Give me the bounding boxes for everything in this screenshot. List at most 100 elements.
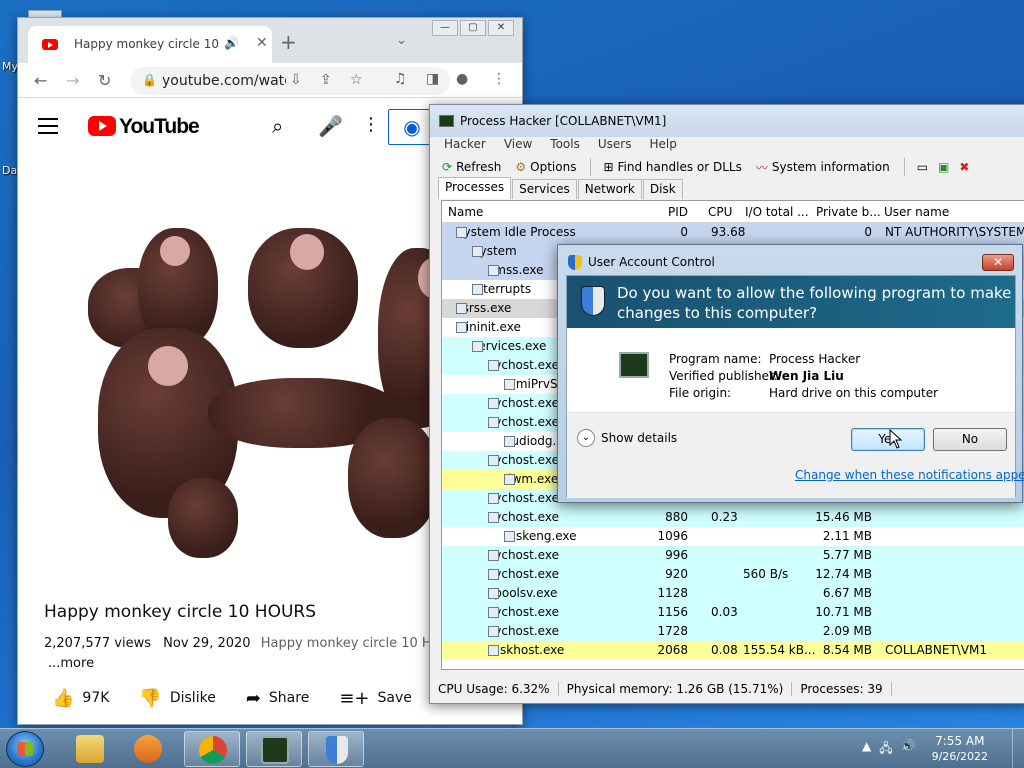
install-icon[interactable]: ⇩ <box>290 72 302 88</box>
taskbar-uac[interactable] <box>308 731 364 767</box>
bookmark-star-icon[interactable]: ☆ <box>350 72 363 88</box>
show-desktop-button[interactable] <box>1012 729 1024 768</box>
menu-view[interactable]: View <box>504 137 532 155</box>
shield-icon <box>581 286 605 316</box>
process-row[interactable]: ◢System Idle Process 0 93.68 0 NT AUTHORITY\… <box>442 223 1024 242</box>
youtube-logo-icon[interactable] <box>88 116 116 136</box>
maximize-button[interactable]: ▢ <box>460 20 486 36</box>
taskbar-media-player[interactable] <box>120 731 176 767</box>
window-icon[interactable]: ▭ <box>917 160 928 174</box>
find-handles-button[interactable]: ⊞ Find handles or DLLs <box>603 160 741 174</box>
side-panel-icon[interactable]: ◨ <box>426 71 439 87</box>
window-go-icon[interactable]: ▣ <box>938 160 949 174</box>
column-private-bytes[interactable]: Private b... <box>816 205 881 219</box>
process-row[interactable]: svchost.exe 996 5.77 MB <box>442 546 1024 565</box>
tab-processes[interactable]: Processes <box>438 177 512 199</box>
share-button[interactable]: ➦ Share <box>246 688 310 709</box>
process-name: taskhost.exe <box>488 643 565 657</box>
new-tab-button[interactable]: + <box>280 30 297 54</box>
process-icon <box>488 645 499 656</box>
show-hidden-icons[interactable]: ▲ <box>862 739 871 760</box>
process-name-cell: smss.exe <box>488 263 544 277</box>
tab-network[interactable]: Network <box>577 179 642 199</box>
dislike-button[interactable]: 👎 Dislike <box>139 688 215 709</box>
process-name: System Idle Process <box>456 225 576 239</box>
menu-users[interactable]: Users <box>598 137 632 155</box>
physical-memory: Physical memory: 1.26 GB (15.71%) <box>559 682 793 696</box>
tab-strip: Happy monkey circle 10 HOURS 🔊 ✕ + ⌄ — ▢… <box>18 18 522 63</box>
profile-icon[interactable]: ● <box>456 71 468 87</box>
start-button[interactable] <box>6 731 44 767</box>
save-label: Save <box>377 690 412 706</box>
process-row[interactable]: ◢svchost.exe 880 0.23 15.46 MB <box>442 508 1024 527</box>
process-icon <box>488 569 499 580</box>
taskbar-process-hacker[interactable] <box>246 731 302 767</box>
volume-icon[interactable]: 🔊 <box>901 739 916 760</box>
private-bytes-cell: 2.09 MB <box>822 624 872 638</box>
hamburger-menu-icon[interactable] <box>38 118 58 139</box>
browser-tab[interactable]: Happy monkey circle 10 HOURS 🔊 ✕ <box>28 26 272 63</box>
back-icon[interactable]: ← <box>34 71 47 90</box>
playlist-add-icon: ≡+ <box>339 687 370 709</box>
media-player-icon <box>134 735 162 763</box>
taskbar-explorer[interactable] <box>62 731 118 767</box>
process-row[interactable]: svchost.exe 920 560 B/s 12.74 MB <box>442 565 1024 584</box>
more-options-icon[interactable]: ⋮ <box>362 114 380 135</box>
tab-disk[interactable]: Disk <box>642 179 683 199</box>
search-icon[interactable]: ⌕ <box>272 114 283 138</box>
speaker-icon[interactable]: 🔊 <box>224 36 239 50</box>
share-icon[interactable]: ⇪ <box>320 72 332 88</box>
column-io-total[interactable]: I/O total ... <box>745 205 809 219</box>
microphone-icon[interactable]: 🎤 <box>318 114 343 138</box>
process-name-cell: svchost.exe <box>488 624 559 638</box>
process-row[interactable]: taskeng.exe 1096 2.11 MB <box>442 527 1024 546</box>
like-button[interactable]: 👍 97K <box>52 688 109 709</box>
network-icon[interactable]: 🖧 <box>879 739 892 760</box>
menu-tools[interactable]: Tools <box>550 137 580 155</box>
no-button[interactable]: No <box>933 428 1007 451</box>
lock-icon[interactable]: 🔒 <box>142 73 157 87</box>
reload-icon[interactable]: ↻ <box>98 71 111 90</box>
cpu-cell: 0.23 <box>711 510 738 524</box>
video-title: Happy monkey circle 10 HOURS <box>44 602 317 622</box>
process-row[interactable]: svchost.exe 1728 2.09 MB <box>442 622 1024 641</box>
menu-help[interactable]: Help <box>649 137 676 155</box>
menu-icon[interactable]: ⋮ <box>492 71 506 87</box>
refresh-button[interactable]: ⟳ Refresh <box>442 160 501 174</box>
close-button[interactable]: ✕ <box>982 254 1014 271</box>
save-button[interactable]: ≡+ Save <box>339 688 412 709</box>
video-player[interactable] <box>58 178 458 583</box>
tab-services[interactable]: Services <box>512 179 577 199</box>
minimize-button[interactable]: — <box>432 20 458 36</box>
terminate-icon[interactable]: ✖ <box>959 160 969 174</box>
pid-cell: 1128 <box>657 586 688 600</box>
column-pid[interactable]: PID <box>668 205 688 219</box>
tab-close-icon[interactable]: ✕ <box>256 35 268 51</box>
forward-icon[interactable]: → <box>66 71 79 90</box>
pid-cell: 1728 <box>657 624 688 638</box>
tab-search-icon[interactable]: ⌄ <box>396 33 407 48</box>
window-titlebar[interactable]: Process Hacker [COLLABNET\VM1] <box>430 105 1024 137</box>
system-information-button[interactable]: 〰 System information <box>756 159 890 176</box>
process-row[interactable]: spoolsv.exe 1128 6.67 MB <box>442 584 1024 603</box>
taskbar-chrome[interactable] <box>184 731 240 767</box>
column-user-name[interactable]: User name <box>884 205 949 219</box>
column-name[interactable]: Name <box>448 205 483 219</box>
show-details-toggle[interactable]: ⌄ Show details <box>577 429 677 447</box>
chevron-down-icon: ⌄ <box>577 429 595 447</box>
yes-button[interactable]: Yes <box>851 428 925 451</box>
options-button[interactable]: ⚙ Options <box>515 160 576 174</box>
show-more-link[interactable]: ...more <box>48 656 94 671</box>
close-button[interactable]: ✕ <box>488 20 514 36</box>
clock[interactable]: 7:55 AM 9/26/2022 <box>932 734 988 764</box>
url-text[interactable]: youtube.com/watch <box>162 73 286 89</box>
menu-hacker[interactable]: Hacker <box>444 137 486 155</box>
video-frame <box>148 346 188 386</box>
process-icon <box>472 284 483 295</box>
media-control-icon[interactable]: ♫ <box>394 71 407 87</box>
process-row[interactable]: taskhost.exe 2068 0.08 155.54 kB... 8.54 MB C… <box>442 641 1024 660</box>
change-notifications-link[interactable]: Change when these notifications appear <box>795 468 1024 482</box>
youtube-logo-text[interactable]: YouTube <box>119 115 200 139</box>
column-cpu[interactable]: CPU <box>708 205 732 219</box>
process-row[interactable]: svchost.exe 1156 0.03 10.71 MB <box>442 603 1024 622</box>
